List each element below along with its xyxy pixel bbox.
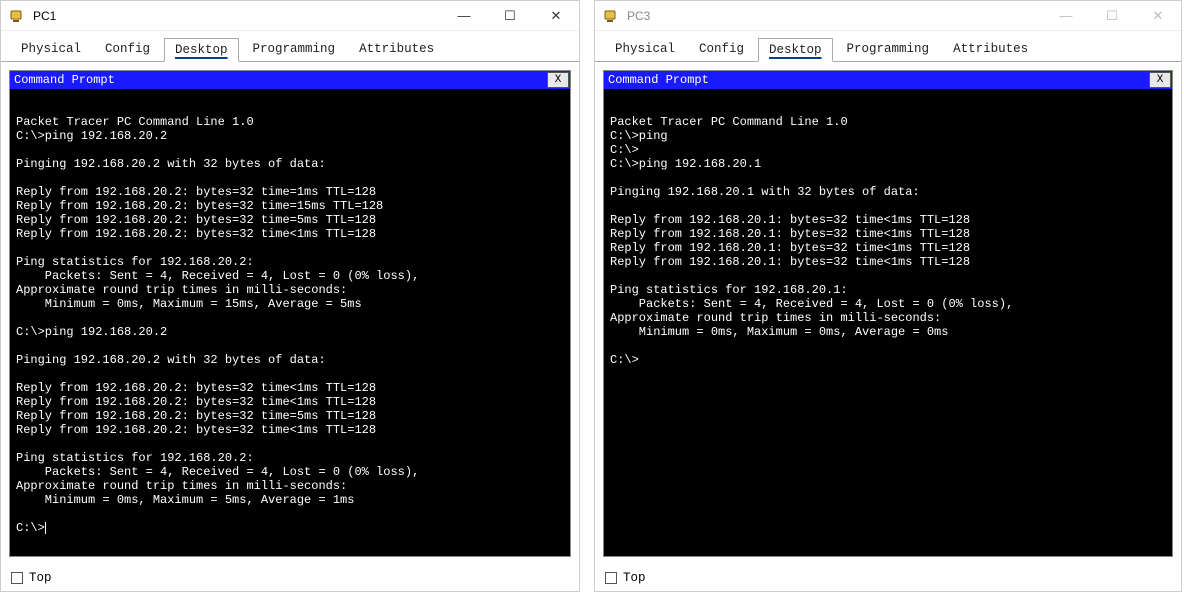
terminal-output[interactable]: Packet Tracer PC Command Line 1.0 C:\>pi… — [10, 89, 570, 556]
minimize-button[interactable]: — — [1043, 1, 1089, 30]
window-controls: — ☐ ✕ — [441, 1, 579, 30]
tab-programming[interactable]: Programming — [243, 38, 346, 62]
tab-bar: Physical Config Desktop Programming Attr… — [595, 31, 1181, 62]
app-icon — [9, 8, 25, 24]
top-label: Top — [623, 571, 646, 585]
terminal-output[interactable]: Packet Tracer PC Command Line 1.0 C:\>pi… — [604, 89, 1172, 556]
top-checkbox[interactable] — [605, 572, 617, 584]
tab-attributes[interactable]: Attributes — [349, 38, 444, 62]
command-prompt-close-button[interactable]: X — [547, 72, 569, 88]
command-prompt-widget: Command Prompt X Packet Tracer PC Comman… — [603, 70, 1173, 557]
window-controls: — ☐ ✕ — [1043, 1, 1181, 30]
command-prompt-header[interactable]: Command Prompt X — [604, 71, 1172, 89]
tab-desktop[interactable]: Desktop — [758, 38, 833, 62]
tab-config[interactable]: Config — [689, 38, 754, 62]
tab-physical[interactable]: Physical — [605, 38, 685, 62]
command-prompt-widget: Command Prompt X Packet Tracer PC Comman… — [9, 70, 571, 557]
window-title: PC3 — [627, 9, 650, 23]
app-icon — [603, 8, 619, 24]
command-prompt-title: Command Prompt — [608, 73, 709, 87]
window-pc3: PC3 — ☐ ✕ Physical Config Desktop Progra… — [594, 0, 1182, 592]
window-pc1: PC1 — ☐ ✕ Physical Config Desktop Progra… — [0, 0, 580, 592]
close-button[interactable]: ✕ — [1135, 1, 1181, 30]
titlebar[interactable]: PC1 — ☐ ✕ — [1, 1, 579, 31]
command-prompt-title: Command Prompt — [14, 73, 115, 87]
content-area: Command Prompt X Packet Tracer PC Comman… — [1, 62, 579, 565]
maximize-button[interactable]: ☐ — [487, 1, 533, 30]
tab-config[interactable]: Config — [95, 38, 160, 62]
minimize-button[interactable]: — — [441, 1, 487, 30]
window-title: PC1 — [33, 9, 56, 23]
cursor-icon — [45, 522, 46, 534]
footer: Top — [595, 565, 1181, 591]
tab-bar: Physical Config Desktop Programming Attr… — [1, 31, 579, 62]
close-button[interactable]: ✕ — [533, 1, 579, 30]
tab-physical[interactable]: Physical — [11, 38, 91, 62]
top-checkbox[interactable] — [11, 572, 23, 584]
titlebar[interactable]: PC3 — ☐ ✕ — [595, 1, 1181, 31]
tab-desktop[interactable]: Desktop — [164, 38, 239, 62]
command-prompt-header[interactable]: Command Prompt X — [10, 71, 570, 89]
footer: Top — [1, 565, 579, 591]
content-area: Command Prompt X Packet Tracer PC Comman… — [595, 62, 1181, 565]
maximize-button[interactable]: ☐ — [1089, 1, 1135, 30]
command-prompt-close-button[interactable]: X — [1149, 72, 1171, 88]
top-label: Top — [29, 571, 52, 585]
tab-attributes[interactable]: Attributes — [943, 38, 1038, 62]
tab-programming[interactable]: Programming — [837, 38, 940, 62]
